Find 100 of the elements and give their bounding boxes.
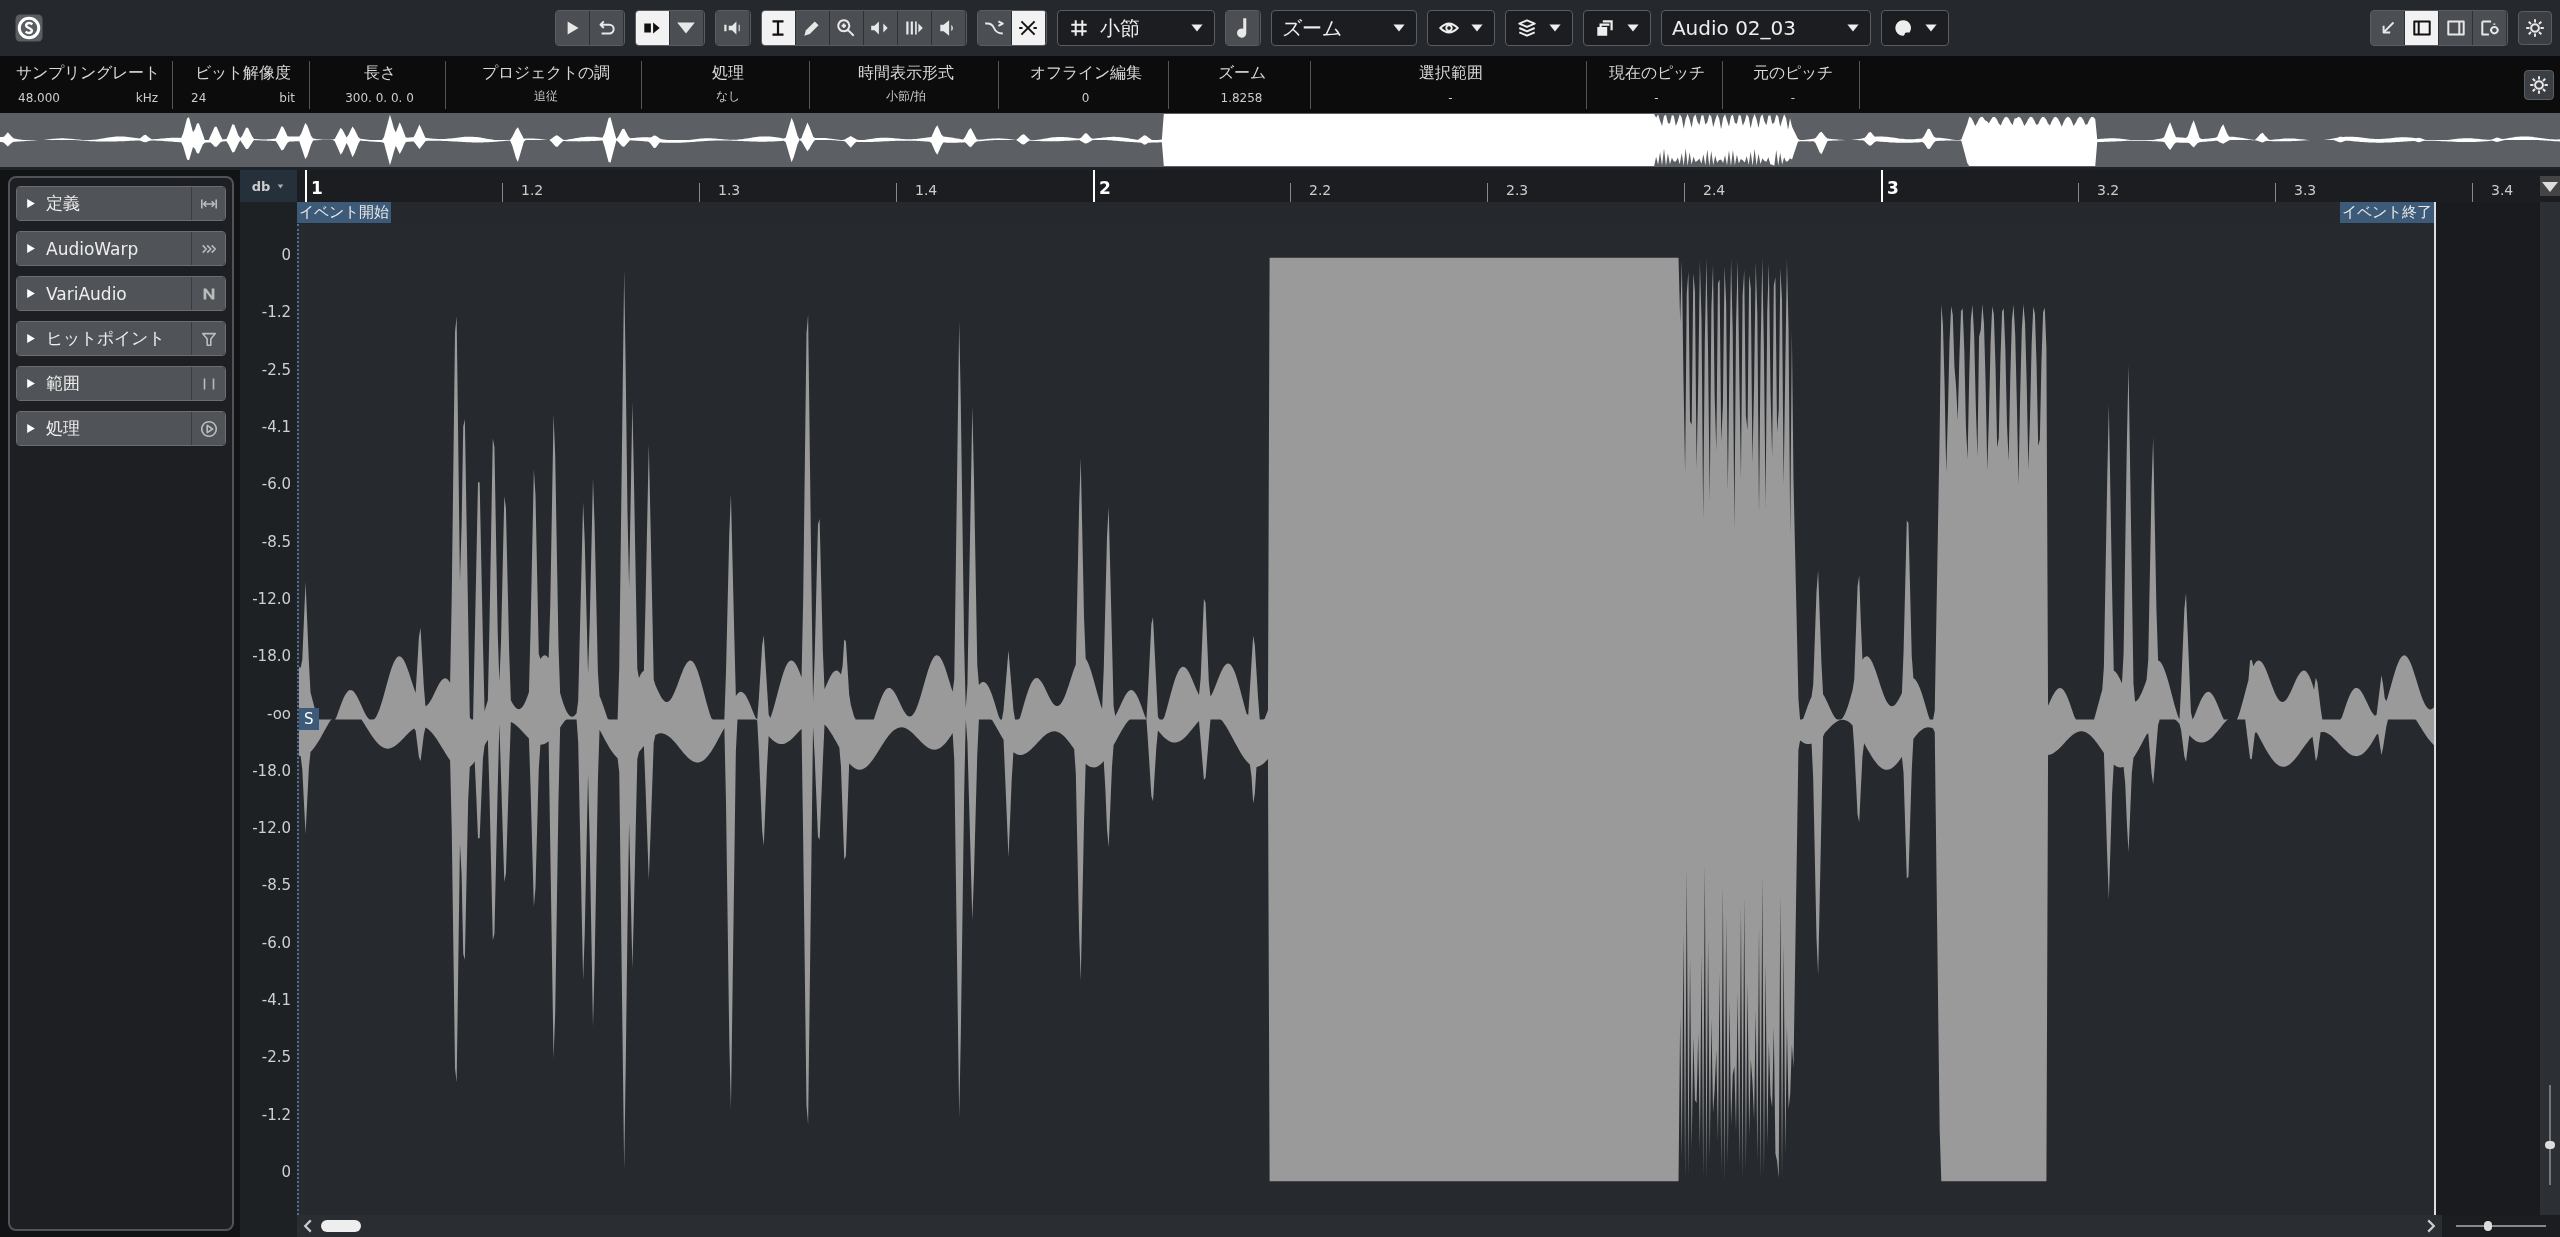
info-label: プロジェクトの調 [481,62,610,84]
slider-thumb[interactable] [2545,1141,2555,1149]
section-tool-button[interactable] [191,232,225,265]
db-label: -12.0 [252,819,291,838]
scrollbar-thumb[interactable] [321,1220,361,1232]
info-value[interactable]: 小節/拍 [885,87,926,105]
info-label: 現在のピッチ [1608,62,1705,84]
toolbar-button[interactable] [669,11,704,45]
expand-icon [25,333,36,344]
event-end-label: イベント終了 [2340,202,2434,223]
waveform-area[interactable]: S [297,224,2434,1215]
expand-icon [25,243,36,254]
toolbar-button[interactable] [977,11,1012,45]
dropdown[interactable] [1504,10,1573,46]
toolbar-button[interactable] [897,11,932,45]
info-label: 時間表示形式 [858,62,954,84]
toolbar-button[interactable] [1225,11,1260,45]
info-label: 選択範囲 [1418,62,1483,84]
db-label: -1.2 [261,1105,291,1124]
db-label: -8.5 [261,876,291,895]
info-value[interactable]: 24 [191,90,207,105]
info-unit: kHz [135,90,158,105]
expand-icon [25,378,36,389]
ruler-label: 3.2 [2097,182,2120,198]
dropdown[interactable] [1426,10,1495,46]
settings-button[interactable] [2524,69,2554,100]
info-label: オフライン編集 [1029,62,1142,84]
overview-waveform-drawing[interactable] [0,113,2560,167]
scale-selector[interactable]: db [240,170,297,202]
toolbar-button[interactable] [715,11,750,45]
toolbar-button[interactable] [829,11,864,45]
zone-button[interactable] [2405,11,2439,45]
settings-button[interactable] [2518,11,2552,45]
db-label: -8.5 [261,532,291,551]
info-value[interactable]: 48.000 [18,90,60,105]
section-header[interactable]: AudioWarp [17,232,191,265]
info-value[interactable]: 1.8258 [1220,90,1263,105]
section-tool-button[interactable] [191,277,225,310]
db-label: -2.5 [261,360,291,379]
dropdown[interactable] [1881,10,1950,46]
dropdown[interactable] [1582,10,1651,46]
section-tool-button[interactable] [191,367,225,400]
info-unit: bit [279,90,295,105]
zone-button[interactable] [2371,11,2405,45]
info-label: 元のピッチ [1753,62,1833,84]
toolbar-button[interactable] [1011,11,1046,45]
toolbar-button[interactable] [863,11,898,45]
db-label: -6.0 [261,933,291,952]
db-label: -18.0 [252,647,291,666]
toolbar-button[interactable] [555,11,590,45]
sync-marker[interactable]: S [299,707,319,730]
expand-icon [25,423,36,434]
section-header[interactable]: ヒットポイント [17,322,191,355]
toolbar-button[interactable] [635,11,670,45]
db-label: -oo [266,704,291,723]
dropdown[interactable]: 小節 [1056,10,1215,46]
horizontal-scrollbar[interactable] [297,1215,2442,1237]
info-value[interactable]: なし [715,87,740,105]
info-value[interactable]: 300. 0. 0. 0 [345,90,414,105]
section-tool-button[interactable] [191,187,225,220]
db-label: 0 [281,1163,291,1181]
toolbar-button[interactable] [931,11,966,45]
ruler-label: 1 [311,178,323,198]
toolbar-button[interactable] [761,11,796,45]
db-label: -4.1 [261,417,291,436]
ruler-label: 2.3 [1506,182,1529,198]
right-panel-icon [2444,17,2467,39]
info-label: ズーム [1217,62,1266,84]
slider-thumb[interactable] [2483,1221,2492,1231]
left-panel-icon [2410,17,2433,39]
expand-icon [25,288,36,299]
section-header[interactable]: 定義 [17,187,191,220]
info-value[interactable]: - [1790,90,1796,105]
gear-icon [2528,73,2550,96]
section-header[interactable]: 範囲 [17,367,191,400]
section-tool-button[interactable] [191,322,225,355]
info-value[interactable]: 追従 [533,87,558,105]
caret-icon[interactable] [2540,176,2560,196]
zone-button[interactable] [2439,11,2473,45]
toolbar-button[interactable] [589,11,624,45]
info-label: ビット解像度 [195,62,291,84]
expand-icon [25,198,36,209]
dropdown[interactable]: ズーム [1270,10,1417,46]
ruler-label: 2.2 [1309,182,1332,198]
info-value[interactable]: - [1448,90,1453,105]
info-value[interactable]: 0 [1081,90,1090,105]
toolbar-button[interactable] [795,11,830,45]
event-start-label: イベント開始 [297,202,391,223]
logo-icon[interactable] [14,13,44,43]
info-value[interactable]: - [1654,90,1659,105]
zone-button[interactable] [2473,11,2507,45]
ruler-label: 3 [1887,178,1899,198]
ruler-label: 3.3 [2294,182,2317,198]
section-header[interactable]: VariAudio [17,277,191,310]
info-label: サンプリングレート [16,62,160,84]
dropdown[interactable]: Audio 02_03 [1660,10,1872,46]
db-label: -4.1 [261,991,291,1010]
section-header[interactable]: 処理 [17,412,191,445]
ruler-label: 2 [1099,178,1111,198]
section-tool-button[interactable] [191,412,225,445]
